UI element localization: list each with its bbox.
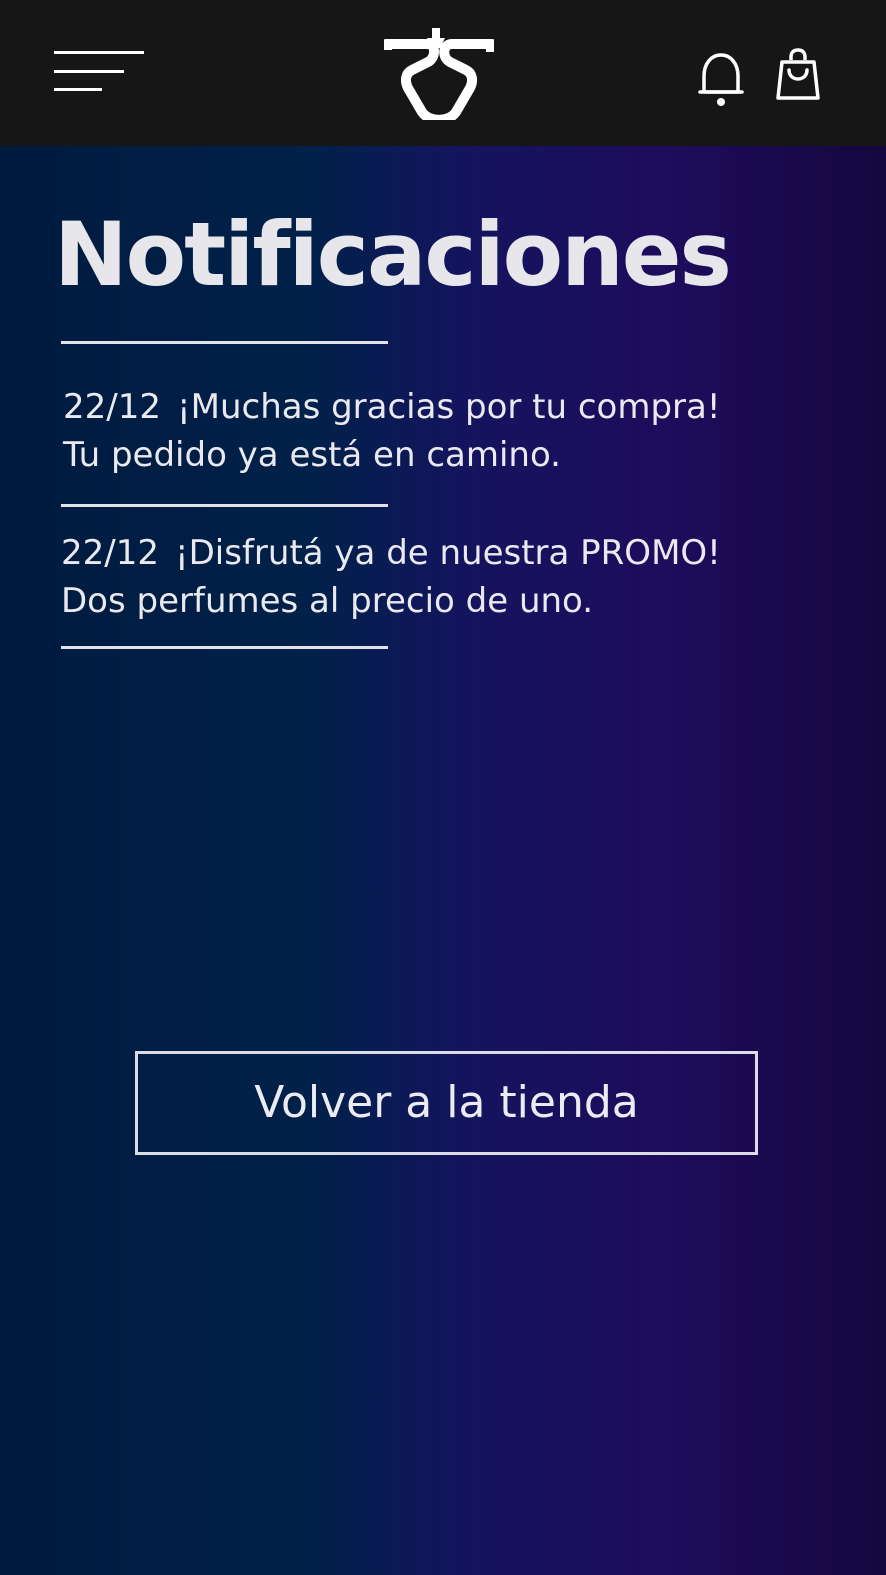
- divider: [61, 341, 388, 344]
- top-navigation-bar: [0, 0, 886, 146]
- brand-logo-icon[interactable]: [381, 28, 497, 125]
- shopping-bag-icon[interactable]: [774, 48, 822, 102]
- notification-date: 22/12: [61, 533, 159, 573]
- divider: [61, 504, 388, 507]
- page-title: Notificaciones: [54, 203, 732, 306]
- notification-date: 22/12: [63, 387, 161, 427]
- back-to-store-button[interactable]: Volver a la tienda: [135, 1051, 758, 1155]
- notification-item[interactable]: 22/12 ¡Disfrutá ya de nuestra PROMO! Dos …: [61, 529, 851, 625]
- notification-body: Dos perfumes al precio de uno.: [61, 581, 594, 621]
- notification-headline: ¡Muchas gracias por tu compra!: [176, 387, 721, 427]
- divider: [61, 646, 388, 649]
- notification-item[interactable]: 22/12 ¡Muchas gracias por tu compra! Tu p…: [63, 383, 853, 479]
- notification-headline: ¡Disfrutá ya de nuestra PROMO!: [174, 533, 721, 573]
- hamburger-menu-icon[interactable]: [54, 48, 146, 94]
- notification-body: Tu pedido ya está en camino.: [63, 435, 561, 475]
- bell-icon[interactable]: [698, 50, 744, 108]
